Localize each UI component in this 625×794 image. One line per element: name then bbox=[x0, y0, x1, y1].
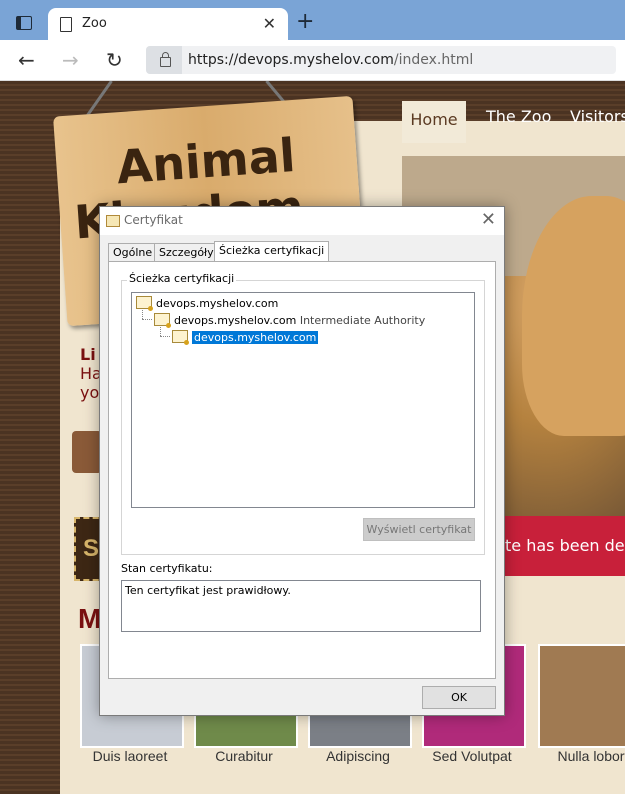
section-title: M bbox=[78, 603, 102, 634]
certificate-dialog: Certyfikat ✕ Ogólne Szczegóły Ścieżka ce… bbox=[99, 206, 505, 716]
left-button[interactable] bbox=[72, 431, 102, 473]
thumbnail-image[interactable] bbox=[538, 644, 625, 748]
lock-icon[interactable] bbox=[146, 46, 182, 74]
browser-tab[interactable]: Zoo ✕ bbox=[48, 8, 288, 40]
nav-the-zoo[interactable]: The Zoo bbox=[486, 107, 551, 126]
certificate-icon bbox=[154, 313, 171, 328]
ok-button[interactable]: OK bbox=[422, 686, 496, 709]
window-menu-icon[interactable] bbox=[16, 16, 32, 30]
address-bar: ← → ↻ https://devops.myshelov.com/index.… bbox=[0, 40, 625, 81]
thumbnail-caption: Curabitur bbox=[215, 748, 273, 764]
certificate-path-tree[interactable]: devops.myshelov.com devops.myshelov.com … bbox=[131, 292, 475, 508]
tab-certification-path[interactable]: Ścieżka certyfikacji bbox=[214, 241, 330, 263]
forward-icon[interactable]: → bbox=[62, 48, 79, 72]
certificate-icon bbox=[172, 330, 189, 345]
back-icon[interactable]: ← bbox=[18, 48, 35, 72]
tree-connector bbox=[142, 319, 152, 320]
certificate-icon bbox=[136, 296, 153, 311]
thumbnail-caption: Nulla lobortis bbox=[557, 748, 625, 764]
tab-general[interactable]: Ogólne bbox=[108, 243, 158, 262]
url-host: https://devops.myshelov.com bbox=[188, 52, 394, 68]
tree-node-intermediate[interactable]: devops.myshelov.com Intermediate Authori… bbox=[154, 313, 426, 328]
url-field[interactable]: https://devops.myshelov.com/index.html bbox=[146, 46, 616, 74]
tree-node-label: devops.myshelov.com bbox=[174, 314, 297, 327]
page-icon bbox=[60, 17, 72, 32]
tree-connector bbox=[160, 336, 170, 337]
new-tab-icon[interactable]: + bbox=[296, 9, 314, 34]
tree-node-root[interactable]: devops.myshelov.com bbox=[136, 296, 279, 311]
tree-node-label-selected: devops.myshelov.com bbox=[192, 331, 319, 344]
tree-node-label: devops.myshelov.com bbox=[156, 297, 279, 310]
certificate-icon bbox=[106, 215, 120, 227]
nav-visitors[interactable]: Visitors bbox=[570, 107, 625, 126]
status-textbox[interactable]: Ten certyfikat jest prawidłowy. bbox=[121, 580, 481, 632]
url-path: /index.html bbox=[393, 52, 474, 68]
nav-home[interactable]: Home bbox=[402, 101, 466, 143]
dialog-titlebar: Certyfikat ✕ bbox=[100, 207, 504, 235]
tab-panel: Ścieżka certyfikacji devops.myshelov.com… bbox=[108, 261, 496, 679]
view-certificate-button[interactable]: Wyświetl certyfikat bbox=[363, 518, 475, 541]
tab-details[interactable]: Szczegóły bbox=[154, 243, 219, 262]
thumbnail-caption: Duis laoreet bbox=[92, 748, 168, 764]
tree-node-suffix: Intermediate Authority bbox=[299, 314, 426, 327]
browser-tabbar: Zoo ✕ + bbox=[0, 0, 625, 40]
tree-node-leaf[interactable]: devops.myshelov.com bbox=[172, 330, 319, 345]
status-label: Stan certyfikatu: bbox=[121, 562, 213, 575]
alert-banner: te has been de bbox=[500, 516, 625, 576]
dialog-title: Certyfikat bbox=[124, 213, 183, 227]
reload-icon[interactable]: ↻ bbox=[106, 48, 123, 72]
close-tab-icon[interactable]: ✕ bbox=[263, 14, 276, 33]
thumbnail-caption: Adipiscing bbox=[326, 748, 390, 764]
thumbnail-caption: Sed Volutpat bbox=[432, 748, 512, 764]
path-group-label: Ścieżka certyfikacji bbox=[127, 272, 237, 285]
tab-title: Zoo bbox=[82, 16, 107, 31]
close-icon[interactable]: ✕ bbox=[481, 209, 496, 230]
